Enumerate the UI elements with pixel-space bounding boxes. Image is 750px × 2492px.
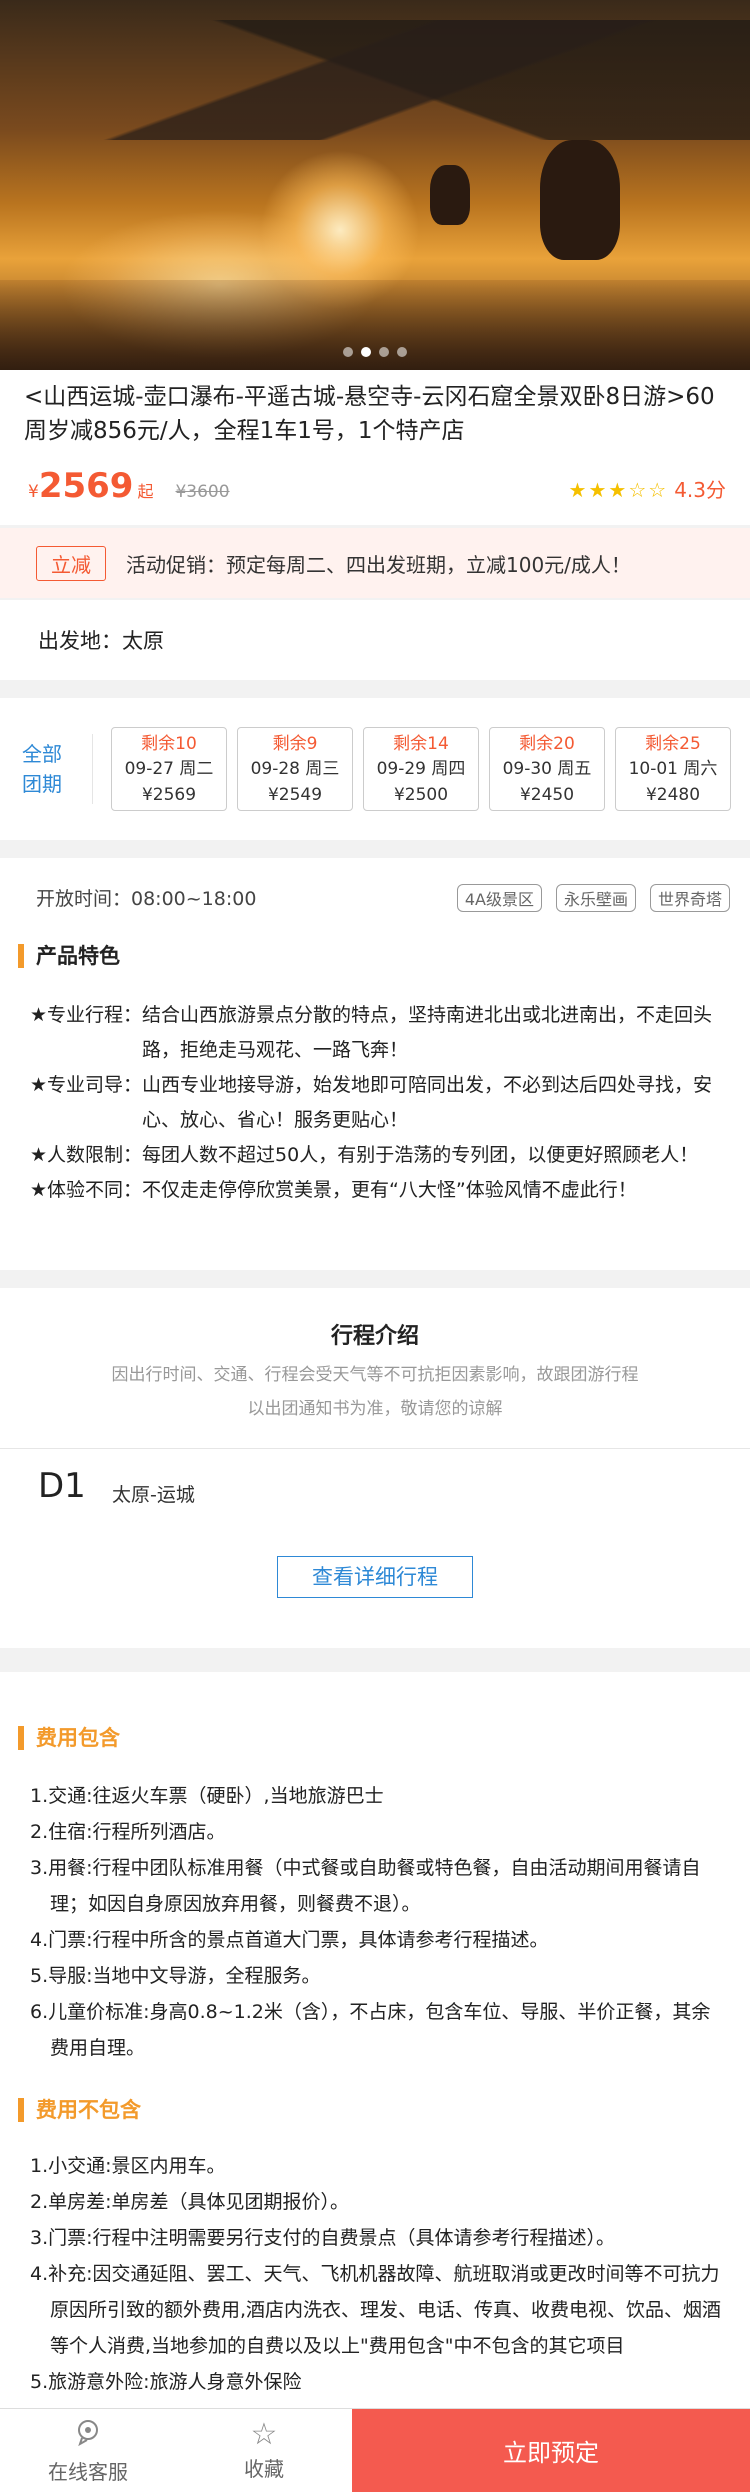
date-card[interactable]: 剩余14 09-29 周四 ¥2500 bbox=[363, 727, 479, 811]
fee-item: 4.门票:行程中所含的景点首道大门票，具体请参考行程描述。 bbox=[30, 1929, 549, 1951]
feature-value: 不仅走走停停欣赏美景，更有“八大怪”体验风情不虚此行！ bbox=[142, 1179, 637, 1201]
date-card[interactable]: 剩余20 09-30 周五 ¥2450 bbox=[489, 727, 605, 811]
itinerary-title: 行程介绍 bbox=[330, 1324, 419, 1349]
carousel-dot[interactable] bbox=[397, 347, 407, 357]
date-price: ¥2549 bbox=[267, 785, 323, 805]
date-day: 09-29 周四 bbox=[376, 759, 466, 779]
carousel-dot[interactable] bbox=[379, 347, 389, 357]
tag: 世界奇塔 bbox=[649, 884, 730, 912]
feature-key: ★人数限制： bbox=[30, 1144, 143, 1166]
feature-list: ★专业行程： 结合山西旅游景点分散的特点，坚持南进北出或北进南出，不走回头路，拒绝… bbox=[30, 998, 726, 1208]
date-card[interactable]: 剩余25 10-01 周六 ¥2480 bbox=[615, 727, 731, 811]
fee-item: 5.旅游意外险:旅游人身意外保险 bbox=[30, 2371, 302, 2393]
date-price: ¥2569 bbox=[141, 785, 197, 805]
fee-item: 3.门票:行程中注明需要另行支付的自费景点（具体请参考行程描述）。 bbox=[30, 2227, 616, 2249]
favorite-label: 收藏 bbox=[244, 2457, 284, 2481]
divider bbox=[0, 1448, 750, 1449]
feature-key: ★专业行程： bbox=[30, 1004, 143, 1026]
fees-excluded-list: 1.小交通:景区内用车。 2.单房差:单房差（具体见团期报价）。 3.门票:行程… bbox=[30, 2148, 726, 2400]
promo-text: 活动促销：预定每周二、四出发班期，立减100元/成人！ bbox=[126, 552, 631, 577]
star-rating-icon: ★★★☆☆ bbox=[568, 478, 669, 502]
carousel-dot-active[interactable] bbox=[361, 347, 371, 357]
feature-item: ★专业行程： 结合山西旅游景点分散的特点，坚持南进北出或北进南出，不走回头路，拒绝… bbox=[30, 998, 726, 1068]
fees-section: 费用包含 1.交通:往返火车票（硬卧）,当地旅游巴士 2.住宿:行程所列酒店。 … bbox=[0, 1672, 750, 2432]
date-price: ¥2480 bbox=[645, 785, 701, 805]
tag: 4A级景区 bbox=[456, 884, 542, 912]
fee-item: 4.补充:因交通延阻、罢工、天气、飞机机器故障、航班取消或更改时间等不可抗力原因… bbox=[30, 2263, 722, 2357]
opening-hours: 开放时间：08:00~18:00 bbox=[36, 888, 257, 910]
promo-tag: 立减 bbox=[36, 545, 106, 581]
price-row: ¥2569 起 ¥3600 ★★★☆☆ 4.3分 bbox=[28, 466, 726, 506]
all-groups-button[interactable]: 全部团期 bbox=[22, 739, 74, 799]
fees-excluded-heading: 费用不包含 bbox=[18, 2098, 141, 2122]
currency-symbol: ¥ bbox=[28, 482, 39, 502]
online-service-button[interactable]: 在线客服 bbox=[0, 2409, 176, 2492]
rating: ★★★☆☆ 4.3分 bbox=[569, 474, 726, 503]
fee-item: 5.导服:当地中文导游，全程服务。 bbox=[30, 1965, 321, 1987]
fees-included-list: 1.交通:往返火车票（硬卧）,当地旅游巴士 2.住宿:行程所列酒店。 3.用餐:… bbox=[30, 1778, 726, 2066]
bottom-action-bar: 在线客服 ☆ 收藏 立即预定 bbox=[0, 2408, 750, 2492]
date-day: 10-01 周六 bbox=[628, 759, 718, 779]
headset-icon bbox=[0, 2417, 176, 2456]
favorite-button[interactable]: ☆ 收藏 bbox=[176, 2409, 352, 2492]
tag-list: 4A级景区 永乐壁画 世界奇塔 bbox=[443, 884, 730, 912]
day-label: D1 bbox=[38, 1466, 86, 1506]
feature-key: ★体验不同： bbox=[30, 1179, 143, 1201]
divider bbox=[92, 734, 93, 804]
price-suffix: 起 bbox=[137, 482, 154, 501]
rating-score: 4.3分 bbox=[674, 478, 726, 502]
banner-person bbox=[540, 140, 620, 260]
fee-item: 6.儿童价标准:身高0.8~1.2米（含），不占床，包含车位、导服、半价正餐，其… bbox=[30, 2001, 711, 2059]
remaining-seats: 剩余14 bbox=[393, 734, 449, 754]
date-price: ¥2500 bbox=[393, 785, 449, 805]
promo-banner: 立减 活动促销：预定每周二、四出发班期，立减100元/成人！ bbox=[0, 528, 750, 598]
product-title: <山西运城-壶口瀑布-平遥古城-悬空寺-云冈石窟全景双卧8日游>60周岁减856… bbox=[24, 384, 715, 444]
fee-item: 2.单房差:单房差（具体见团期报价）。 bbox=[30, 2191, 350, 2213]
carousel-dot[interactable] bbox=[343, 347, 353, 357]
product-price: 2569 bbox=[38, 466, 134, 506]
date-card[interactable]: 剩余10 09-27 周二 ¥2569 bbox=[111, 727, 227, 811]
features-heading: 产品特色 bbox=[18, 944, 120, 968]
date-price: ¥2450 bbox=[519, 785, 575, 805]
remaining-seats: 剩余20 bbox=[519, 734, 575, 754]
itinerary-section: 行程介绍 因出行时间、交通、行程会受天气等不可抗拒因素影响，故跟团游行程 以出团… bbox=[0, 1288, 750, 1648]
group-dates: 全部团期 剩余10 09-27 周二 ¥2569 剩余9 09-28 周三 ¥2… bbox=[0, 698, 750, 840]
fee-item: 3.用餐:行程中团队标准用餐（中式餐或自助餐或特色餐，自由活动期间用餐请自理；如… bbox=[30, 1857, 701, 1915]
day-route: 太原-运城 bbox=[112, 1484, 195, 1506]
feature-key: ★专业司导： bbox=[30, 1074, 143, 1096]
remaining-seats: 剩余25 bbox=[645, 734, 701, 754]
banner-mountains bbox=[0, 20, 750, 140]
departure-city: 出发地：太原 bbox=[0, 600, 750, 680]
product-features: 开放时间：08:00~18:00 4A级景区 永乐壁画 世界奇塔 产品特色 ★专… bbox=[0, 858, 750, 1270]
date-day: 09-28 周三 bbox=[250, 759, 340, 779]
feature-item: ★专业司导： 山西专业地接导游，始发地即可陪同出发，不必到达后四处寻找，安心、放心… bbox=[30, 1068, 726, 1138]
star-icon: ☆ bbox=[250, 2417, 278, 2452]
date-card[interactable]: 剩余9 09-28 周三 ¥2549 bbox=[237, 727, 353, 811]
feature-value: 山西专业地接导游，始发地即可陪同出发，不必到达后四处寻找，安心、放心、省心！服务… bbox=[142, 1074, 713, 1131]
carousel-dots bbox=[0, 342, 750, 361]
banner-person bbox=[430, 165, 470, 225]
feature-item: ★体验不同： 不仅走走停停欣赏美景，更有“八大怪”体验风情不虚此行！ bbox=[30, 1173, 726, 1208]
fee-item: 1.交通:往返火车票（硬卧）,当地旅游巴士 bbox=[30, 1785, 384, 1807]
original-price: ¥3600 bbox=[175, 482, 230, 502]
book-now-button[interactable]: 立即预定 bbox=[352, 2409, 750, 2492]
feature-value: 结合山西旅游景点分散的特点，坚持南进北出或北进南出，不走回头路，拒绝走马观花、一… bbox=[142, 1004, 713, 1061]
date-day: 09-30 周五 bbox=[502, 759, 592, 779]
feature-value: 每团人数不超过50人，有别于浩荡的专列团，以便更好照顾老人！ bbox=[142, 1144, 699, 1166]
itinerary-note-line: 以出团通知书为准，敬请您的谅解 bbox=[247, 1399, 503, 1419]
feature-item: ★人数限制： 每团人数不超过50人，有别于浩荡的专列团，以便更好照顾老人！ bbox=[30, 1138, 726, 1173]
date-day: 09-27 周二 bbox=[124, 759, 214, 779]
fee-item: 2.住宿:行程所列酒店。 bbox=[30, 1821, 226, 1843]
online-service-label: 在线客服 bbox=[48, 2460, 128, 2484]
fee-item: 1.小交通:景区内用车。 bbox=[30, 2155, 226, 2177]
remaining-seats: 剩余9 bbox=[272, 734, 318, 754]
product-header: <山西运城-壶口瀑布-平遥古城-悬空寺-云冈石窟全景双卧8日游>60周岁减856… bbox=[0, 370, 750, 525]
itinerary-note-line: 因出行时间、交通、行程会受天气等不可抗拒因素影响，故跟团游行程 bbox=[111, 1365, 639, 1385]
remaining-seats: 剩余10 bbox=[141, 734, 197, 754]
view-detail-button[interactable]: 查看详细行程 bbox=[277, 1556, 473, 1598]
hero-banner[interactable] bbox=[0, 0, 750, 370]
tag: 永乐壁画 bbox=[555, 884, 636, 912]
itinerary-note: 因出行时间、交通、行程会受天气等不可抗拒因素影响，故跟团游行程 以出团通知书为准… bbox=[0, 1358, 750, 1426]
fees-included-heading: 费用包含 bbox=[18, 1726, 120, 1750]
